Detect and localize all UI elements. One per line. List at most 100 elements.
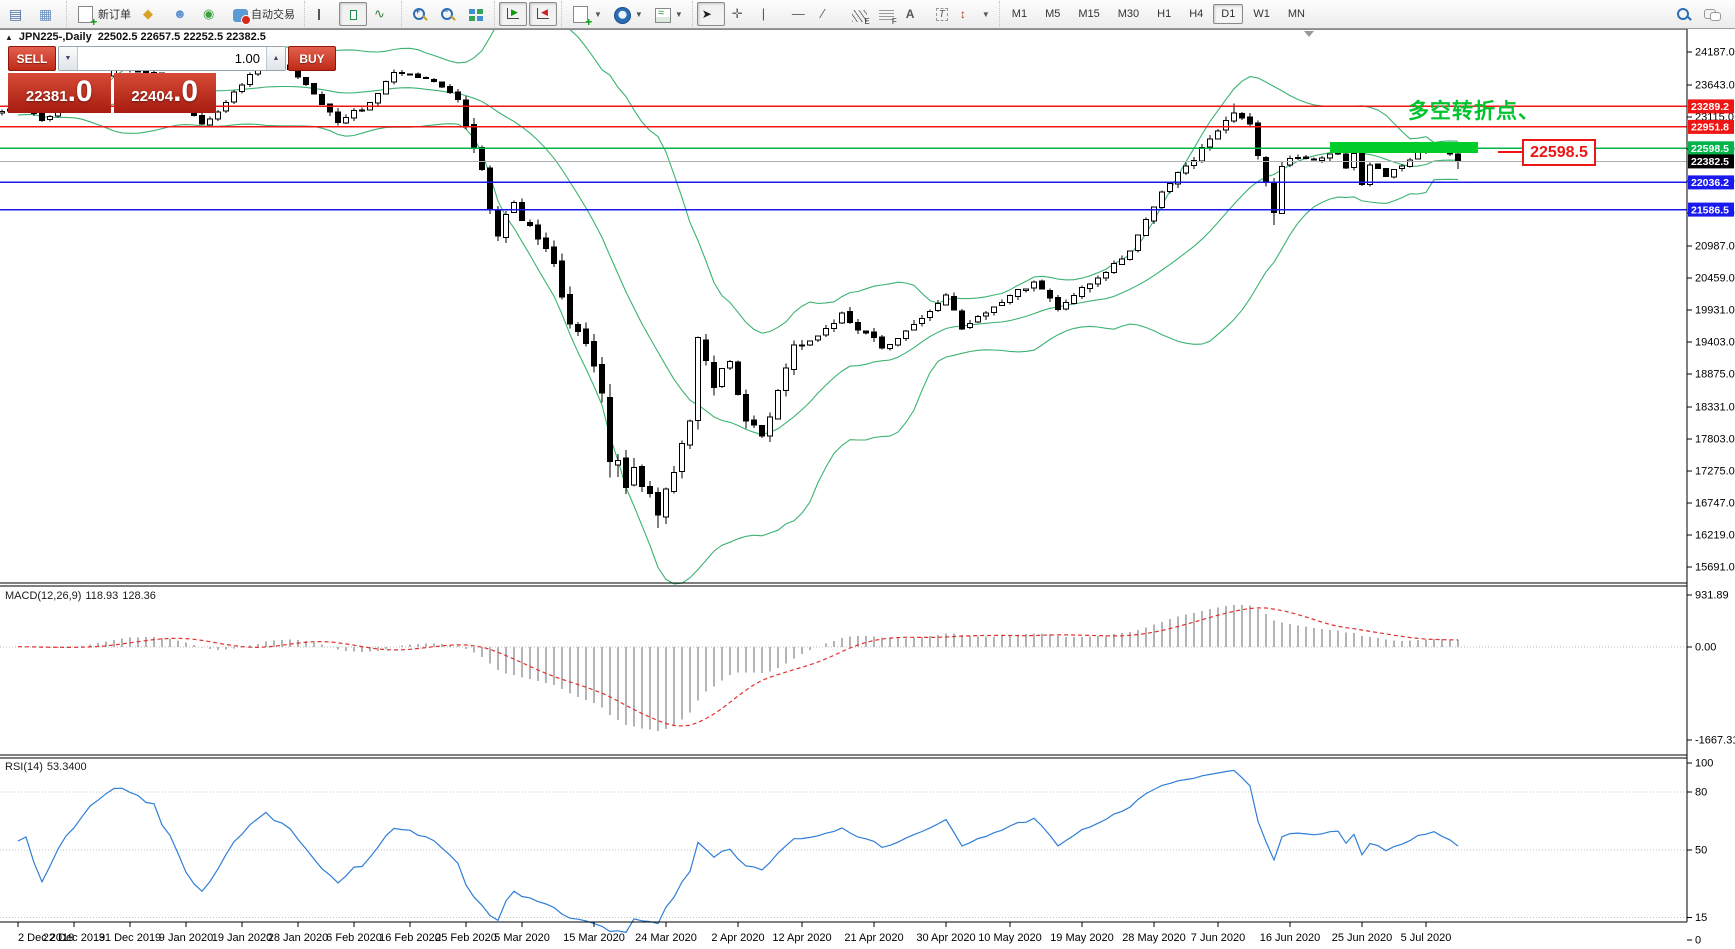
buy-price-display[interactable]: 22404 .0 (114, 73, 217, 113)
svg-text:16747.0: 16747.0 (1695, 497, 1735, 509)
market-button[interactable]: ◆ (138, 2, 166, 26)
timeframe-button-M30[interactable]: M30 (1110, 4, 1147, 24)
cursor-button[interactable]: ➤ (697, 2, 725, 26)
svg-text:20459.0: 20459.0 (1695, 272, 1735, 284)
mt4-window: ▤ ▦ + 新订单 ◆ ☻ ◉ 自动交易 ∿ + − ▶ (0, 0, 1735, 949)
macd-indicator-label: MACD(12,26,9)118.93128.36 (5, 590, 160, 602)
timeframe-button-H4[interactable]: H4 (1181, 4, 1211, 24)
svg-text:23643.0: 23643.0 (1695, 80, 1735, 92)
macd-pane (0, 605, 1687, 731)
svg-text:17275.0: 17275.0 (1695, 465, 1735, 477)
signals-button[interactable]: ☻ (168, 2, 196, 26)
horizontal-line-button[interactable]: — (787, 2, 815, 26)
macd-histogram (18, 605, 1458, 731)
svg-text:0.00: 0.00 (1695, 642, 1716, 654)
svg-text:18331.0: 18331.0 (1695, 401, 1735, 413)
horizontal-line-icon: — (792, 6, 810, 22)
search-icon (1675, 6, 1691, 22)
svg-text:19 Jan 2020: 19 Jan 2020 (212, 932, 273, 944)
templates-icon (655, 8, 671, 23)
profiles-button[interactable]: ▦ (34, 2, 62, 26)
svg-text:6 Feb 2020: 6 Feb 2020 (326, 932, 382, 944)
tile-windows-icon (467, 6, 485, 22)
svg-text:16 Feb 2020: 16 Feb 2020 (379, 932, 441, 944)
sell-price-frac: .0 (68, 73, 93, 111)
rsi-axis[interactable]: 1008050150 (1687, 758, 1713, 947)
periods-icon (614, 7, 631, 24)
svg-text:24 Mar 2020: 24 Mar 2020 (635, 932, 697, 944)
line-chart-icon: ∿ (374, 6, 392, 22)
text-label-button[interactable]: T (931, 2, 953, 26)
zoom-in-button[interactable]: + (406, 2, 432, 26)
macd-axis[interactable]: 931.89 0.00 -1667.31 (1687, 589, 1735, 746)
new-order-label: 新订单 (98, 6, 131, 22)
indicators-icon: + (573, 6, 588, 23)
chart-shift-button[interactable]: ◀ (529, 2, 557, 26)
market-watch-button[interactable]: ▤ (4, 2, 32, 26)
volume-increase-button[interactable]: ▲ (266, 47, 285, 70)
indicators-button[interactable]: +▼ (566, 2, 607, 26)
auto-scroll-icon: ▶ (504, 6, 522, 22)
timeframe-button-MN[interactable]: MN (1280, 4, 1313, 24)
auto-trading-icon (233, 9, 248, 22)
chat-button[interactable] (1698, 2, 1726, 26)
volume-decrease-button[interactable]: ▼ (59, 47, 78, 70)
timeframe-button-W1[interactable]: W1 (1245, 4, 1278, 24)
chart-window[interactable]: 24187.023643.023115.022587.022059.021531… (0, 29, 1735, 949)
svg-text:7 Jun 2020: 7 Jun 2020 (1191, 932, 1245, 944)
periods-button[interactable]: ▼ (609, 2, 648, 26)
price-axis[interactable]: 24187.023643.023115.022587.022059.021531… (1687, 47, 1735, 574)
zoom-in-icon: + (411, 6, 427, 22)
zoom-out-button[interactable]: − (434, 2, 460, 26)
collapse-icon[interactable]: ▲ (5, 33, 13, 42)
timeframe-button-H1[interactable]: H1 (1149, 4, 1179, 24)
date-axis[interactable]: 2 Dec 201922 Dec 201931 Dec 20199 Jan 20… (18, 922, 1451, 944)
auto-trading-button[interactable]: 自动交易 (228, 2, 300, 26)
highlight-zone-rect (1330, 142, 1478, 153)
timeframe-button-D1[interactable]: D1 (1213, 4, 1243, 24)
svg-text:21586.5: 21586.5 (1691, 204, 1729, 216)
timeframe-button-M1[interactable]: M1 (1004, 4, 1035, 24)
search-button[interactable] (1670, 2, 1696, 26)
svg-text:30 Apr 2020: 30 Apr 2020 (916, 932, 975, 944)
sell-price-display[interactable]: 22381 .0 (8, 73, 111, 113)
svg-text:17803.0: 17803.0 (1695, 433, 1735, 445)
symbol-period-label: JPN225-,Daily (19, 31, 92, 43)
svg-text:16 Jun 2020: 16 Jun 2020 (1260, 932, 1321, 944)
news-button[interactable]: ◉ (198, 2, 226, 26)
svg-text:5 Jul 2020: 5 Jul 2020 (1401, 932, 1452, 944)
chart-canvas[interactable]: 24187.023643.023115.022587.022059.021531… (0, 29, 1735, 949)
line-chart-button[interactable]: ∿ (369, 2, 397, 26)
bar-chart-button[interactable] (309, 2, 337, 26)
arrows-button[interactable]: ↕▼ (955, 2, 995, 26)
trendline-button[interactable]: ∕ (817, 2, 845, 26)
auto-scroll-button[interactable]: ▶ (499, 2, 527, 26)
svg-text:12 Apr 2020: 12 Apr 2020 (772, 932, 831, 944)
svg-text:25 Jun 2020: 25 Jun 2020 (1332, 932, 1393, 944)
text-button[interactable]: A (901, 2, 929, 26)
buy-button[interactable]: BUY (288, 46, 336, 71)
signals-icon: ☻ (173, 6, 191, 22)
crosshair-button[interactable]: ✛ (727, 2, 755, 26)
turning-point-annotation: 多空转折点、 (1408, 95, 1540, 125)
timeframe-button-M15[interactable]: M15 (1070, 4, 1107, 24)
svg-text:931.89: 931.89 (1695, 589, 1729, 601)
new-order-button[interactable]: + 新订单 (71, 2, 136, 26)
candlestick-chart-icon (344, 6, 362, 22)
vertical-line-icon: | (762, 6, 780, 22)
sell-button[interactable]: SELL (8, 46, 56, 71)
svg-text:-1667.31: -1667.31 (1695, 735, 1735, 747)
svg-text:20987.0: 20987.0 (1695, 240, 1735, 252)
templates-button[interactable]: ▼ (650, 2, 688, 26)
vertical-line-button[interactable]: | (757, 2, 785, 26)
equidistant-channel-button[interactable]: E (847, 2, 872, 26)
candlestick-chart-button[interactable] (339, 2, 367, 26)
volume-input[interactable] (78, 47, 266, 70)
fibonacci-button[interactable]: F (874, 2, 899, 26)
callout-leader-line (1498, 151, 1522, 153)
tile-windows-button[interactable] (462, 2, 490, 26)
bar-chart-icon (314, 6, 332, 22)
svg-text:50: 50 (1695, 845, 1707, 857)
price-callout-box[interactable]: 22598.5 (1522, 139, 1596, 166)
timeframe-button-M5[interactable]: M5 (1037, 4, 1068, 24)
